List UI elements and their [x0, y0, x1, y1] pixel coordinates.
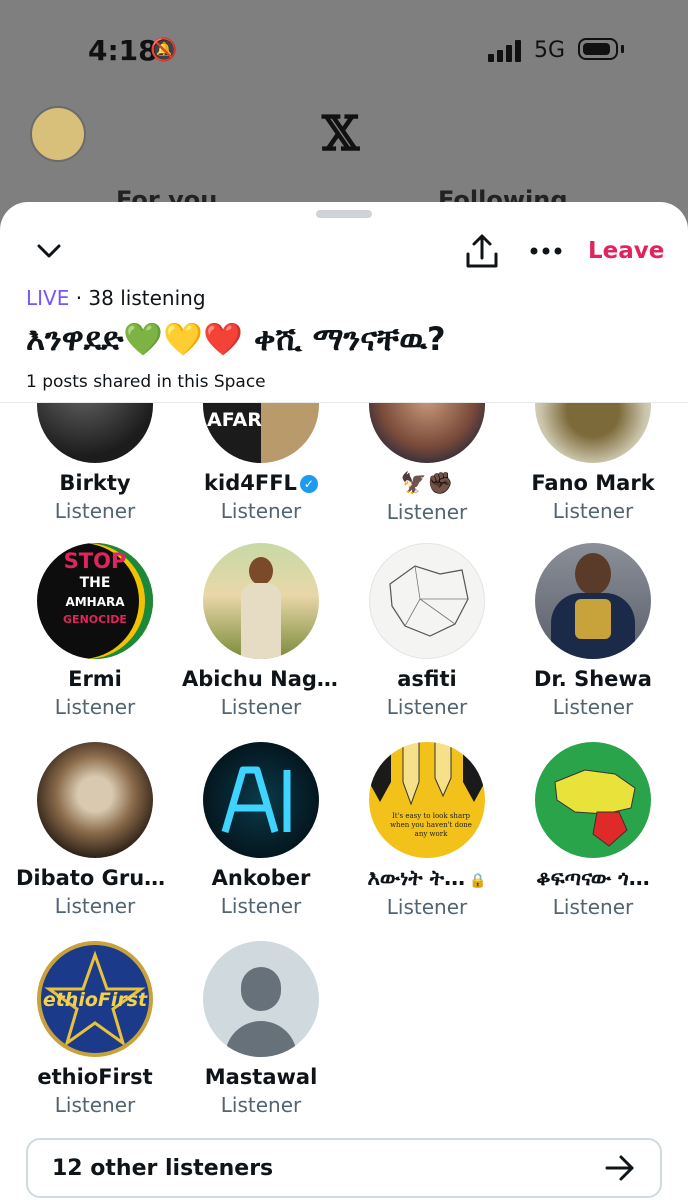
avatar — [203, 742, 319, 858]
battery-icon — [578, 38, 618, 60]
participant-role: Listener — [220, 695, 302, 719]
avatar-text: AMHARA — [65, 595, 125, 609]
chevron-down-icon[interactable] — [34, 236, 64, 266]
participant-name: ethioFirst — [37, 1065, 153, 1089]
participant-card[interactable]: ethioFirst ethioFirst Listener — [12, 941, 178, 1117]
avatar — [37, 742, 153, 858]
participant-card[interactable]: ቆፍጣናው ጎ… Listener — [510, 742, 676, 919]
avatar — [535, 543, 651, 659]
participant-name: kid4FFL ✓ — [178, 471, 344, 495]
avatar: AFAR — [203, 403, 319, 463]
avatar: STOP THE AMHARA GENOCIDE — [37, 543, 153, 659]
share-icon[interactable] — [462, 232, 502, 272]
participant-name: Abichu Nagaa — [182, 667, 344, 691]
other-listeners-button[interactable]: 12 other listeners — [26, 1138, 662, 1198]
signal-icon — [488, 40, 524, 62]
avatar — [369, 403, 485, 463]
participant-grid: Birkty Listener AFAR kid4FFL ✓ Listener 🦅… — [0, 403, 688, 1123]
listening-count: · 38 listening — [75, 286, 206, 310]
arrow-right-icon — [605, 1155, 634, 1181]
live-status: LIVE · 38 listening — [26, 286, 206, 310]
status-time: 4:18 — [88, 34, 158, 67]
participant-card[interactable]: asfiti Listener — [344, 543, 510, 719]
participant-name: Dibato Gruy… — [16, 866, 178, 890]
more-icon[interactable] — [526, 236, 566, 266]
participant-name: 🦅✊🏿 — [400, 471, 454, 495]
participant-role: Listener — [552, 499, 634, 523]
posts-shared-link[interactable]: 1 posts shared in this Space — [26, 372, 266, 392]
participant-role: Listener — [54, 695, 136, 719]
participant-name: Dr. Shewa — [534, 667, 652, 691]
avatar-text: THE — [79, 575, 111, 591]
avatar-text: ethioFirst — [42, 989, 148, 1011]
participant-role: Listener — [386, 895, 468, 919]
participant-card[interactable]: Dibato Gruy… Listener — [12, 742, 178, 918]
participant-role: Listener — [220, 499, 302, 523]
participant-name: asfiti — [397, 667, 457, 691]
participant-card[interactable]: AFAR kid4FFL ✓ Listener — [178, 403, 344, 523]
network-label: 5G — [534, 38, 566, 63]
bell-off-icon: 🔕 — [150, 38, 178, 63]
participant-card[interactable]: 🦅✊🏿 Listener — [344, 403, 510, 524]
participant-card[interactable]: STOP THE AMHARA GENOCIDE Ermi Listener — [12, 543, 178, 719]
participant-role: Listener — [54, 1093, 136, 1117]
participant-card[interactable]: Abichu Nagaa Listener — [178, 543, 344, 719]
x-logo-icon: 𝕏 — [322, 106, 360, 162]
participant-name: Birkty — [59, 471, 131, 495]
status-bar: 4:18 🔕 5G — [0, 0, 688, 100]
participant-role: Listener — [552, 695, 634, 719]
participant-name: Ermi — [68, 667, 122, 691]
avatar — [203, 543, 319, 659]
participant-name: Mastawal — [204, 1065, 318, 1089]
participant-role: Listener — [220, 1093, 302, 1117]
leave-button[interactable]: Leave — [588, 238, 664, 264]
sheet-grabber[interactable] — [316, 210, 372, 218]
participant-role: Listener — [386, 500, 468, 524]
lock-icon: 🔒 — [469, 873, 487, 889]
avatar: It's easy to look sharp when you haven't… — [369, 742, 485, 858]
participant-name: Ankober — [211, 866, 311, 890]
participant-card[interactable]: Fano Mark Listener — [510, 403, 676, 523]
participant-role: Listener — [54, 894, 136, 918]
avatar — [369, 543, 485, 659]
avatar — [535, 742, 651, 858]
participant-name: ቆፍጣናው ጎ… — [536, 866, 650, 890]
verified-icon: ✓ — [299, 475, 318, 493]
other-listeners-label: 12 other listeners — [52, 1156, 274, 1181]
avatar — [203, 941, 319, 1057]
participant-card[interactable]: Mastawal Listener — [178, 941, 344, 1117]
space-sheet: Leave LIVE · 38 listening እንዋደድ💚💛❤️ ቀሺ ማ… — [0, 202, 688, 1200]
profile-avatar[interactable] — [30, 106, 86, 162]
participant-role: Listener — [386, 695, 468, 719]
participant-card[interactable]: Birkty Listener — [12, 403, 178, 523]
participant-role: Listener — [552, 895, 634, 919]
participant-card[interactable]: It's easy to look sharp when you haven't… — [344, 742, 510, 919]
participant-card[interactable]: Dr. Shewa Listener — [510, 543, 676, 719]
avatar-text: AFAR — [207, 409, 262, 431]
participant-role: Listener — [220, 894, 302, 918]
avatar-text: GENOCIDE — [63, 613, 127, 626]
live-label: LIVE — [26, 286, 70, 310]
avatar-text: It's easy to look sharp when you haven't… — [390, 812, 472, 838]
avatar — [37, 403, 153, 463]
participant-card[interactable]: Ankober Listener — [178, 742, 344, 918]
space-title: እንዋደድ💚💛❤️ ቀሺ ማንናቸዉ? — [26, 320, 446, 358]
avatar — [535, 403, 651, 463]
participant-name: Fano Mark — [531, 471, 655, 495]
participant-role: Listener — [54, 499, 136, 523]
avatar-text: STOP — [63, 549, 127, 573]
participant-name: እውነት ት… 🔒 — [367, 866, 487, 890]
avatar: ethioFirst — [37, 941, 153, 1057]
